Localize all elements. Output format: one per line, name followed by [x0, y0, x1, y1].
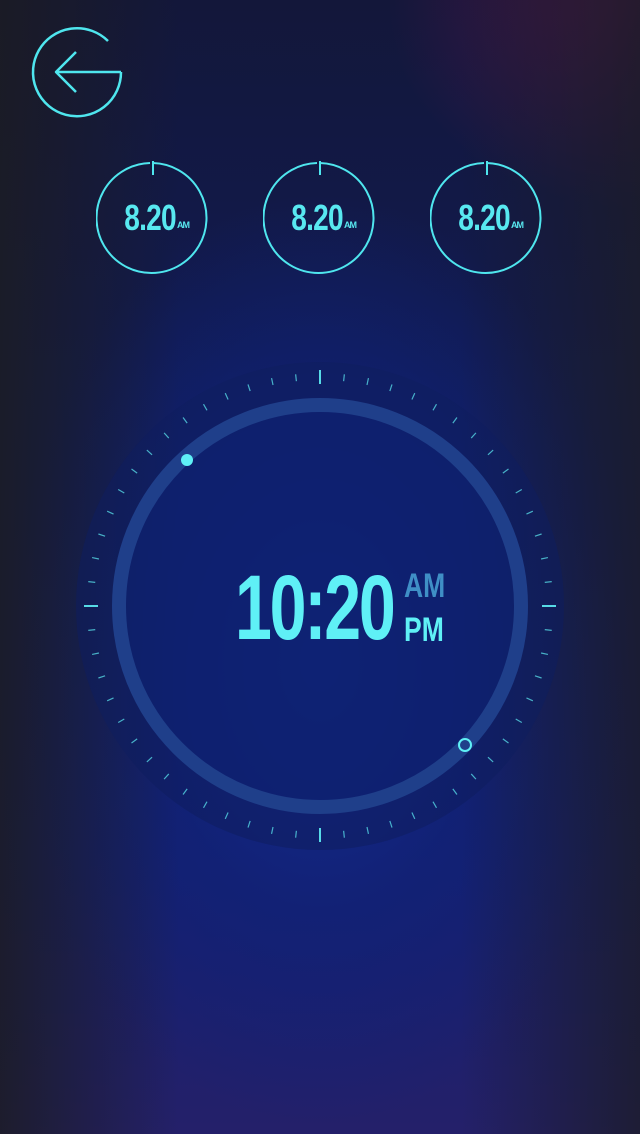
alarm-ampm: AM: [177, 220, 190, 230]
alarm-item[interactable]: 8.20 AM: [430, 161, 544, 275]
dial-tick: [295, 374, 297, 382]
alarm-item[interactable]: 8.20 AM: [96, 161, 210, 275]
dial-tick: [295, 830, 297, 838]
dial-tick: [544, 581, 552, 583]
alarm-item[interactable]: 8.20 AM: [263, 161, 377, 275]
alarm-ampm: AM: [344, 220, 357, 230]
dial-tick: [88, 629, 96, 631]
dial-tick: [343, 374, 345, 382]
am-toggle[interactable]: AM: [404, 567, 445, 606]
alarm-time: 8.20: [291, 197, 343, 238]
back-button[interactable]: [30, 25, 124, 119]
dial-tick: [544, 629, 552, 631]
alarm-time: 8.20: [458, 197, 510, 238]
main-time-display: 10:20: [235, 557, 396, 659]
alarm-ampm: AM: [511, 220, 524, 230]
dial-tick: [88, 581, 96, 583]
dial-end-handle[interactable]: [458, 738, 472, 752]
pm-toggle[interactable]: PM: [404, 611, 444, 650]
dial-tick: [343, 830, 345, 838]
alarm-time: 8.20: [124, 197, 176, 238]
dial-start-handle[interactable]: [181, 454, 193, 466]
arrow-left-icon: [31, 26, 123, 118]
